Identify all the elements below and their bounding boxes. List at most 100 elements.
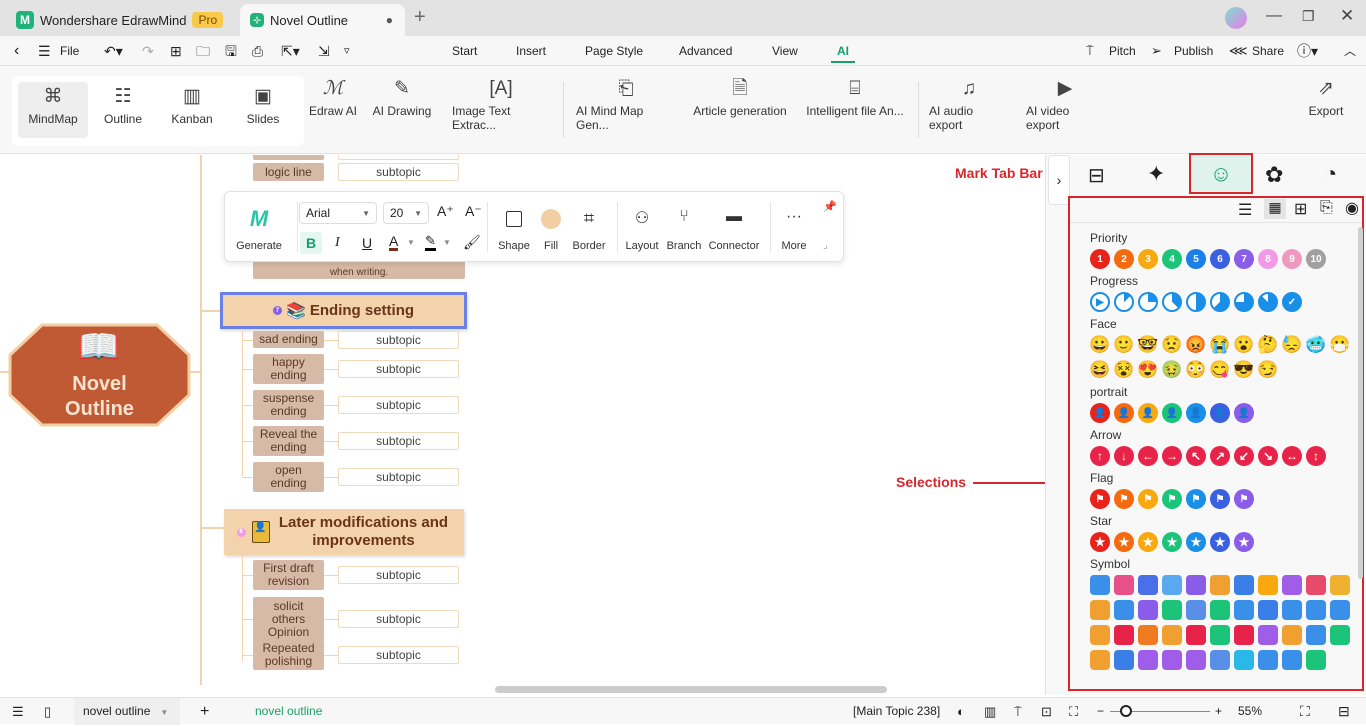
zoom-slider-handle[interactable]: [1120, 705, 1132, 717]
arrow-icon[interactable]: ↓: [1114, 446, 1134, 466]
portrait-icon[interactable]: 👤: [1234, 403, 1254, 423]
tab-ai[interactable]: AI: [831, 36, 855, 66]
symbol-icon[interactable]: [1210, 625, 1230, 645]
symbol-icon[interactable]: [1090, 600, 1110, 620]
priority-4-icon[interactable]: 4: [1162, 249, 1182, 269]
view-slides[interactable]: ▣ Slides: [243, 82, 283, 126]
subtopic-placeholder[interactable]: subtopic: [338, 396, 459, 414]
face-icon[interactable]: 🙂: [1113, 335, 1134, 355]
outline-toggle-icon[interactable]: ☰: [12, 698, 24, 725]
face-icon[interactable]: 😓: [1281, 335, 1302, 355]
priority-3-icon[interactable]: 3: [1138, 249, 1158, 269]
symbol-icon[interactable]: [1138, 625, 1158, 645]
symbol-icon[interactable]: [1210, 600, 1230, 620]
star-icon[interactable]: ★: [1090, 532, 1110, 552]
progress-50-icon[interactable]: [1186, 292, 1206, 312]
generate-button[interactable]: M Generate: [234, 208, 284, 253]
format-tab-icon[interactable]: ⊟: [1088, 163, 1105, 188]
subtopic-node[interactable]: [253, 155, 324, 160]
subtopic-placeholder[interactable]: subtopic: [338, 468, 459, 486]
underline-button[interactable]: U: [362, 235, 372, 251]
central-topic[interactable]: Novel Outline: [8, 372, 191, 422]
fit-page-icon[interactable]: ⊡: [1041, 698, 1052, 725]
close-icon[interactable]: ✕: [1340, 6, 1354, 26]
view-mindmap[interactable]: ⌘ MindMap: [18, 82, 88, 138]
restore-icon[interactable]: ❐: [1302, 8, 1315, 25]
face-icon[interactable]: 🤢: [1161, 360, 1182, 380]
new-tab-button[interactable]: +: [414, 6, 426, 29]
symbol-icon[interactable]: [1162, 575, 1182, 595]
ai-sparkle-tab-icon[interactable]: ✦: [1147, 161, 1165, 187]
publish-button[interactable]: Publish: [1174, 36, 1213, 66]
chevron-down-icon[interactable]: ▼: [407, 238, 415, 247]
priority-8-icon[interactable]: 8: [1258, 249, 1278, 269]
symbol-icon[interactable]: [1186, 625, 1206, 645]
face-icon[interactable]: 😆: [1089, 360, 1110, 380]
save-icon[interactable]: 🖫: [225, 36, 237, 66]
add-page-button[interactable]: +: [200, 698, 209, 725]
pitch-button[interactable]: Pitch: [1109, 36, 1136, 66]
face-icon[interactable]: 😋: [1209, 360, 1230, 380]
subtopic-node[interactable]: happy ending: [253, 354, 324, 384]
priority-5-icon[interactable]: 5: [1186, 249, 1206, 269]
font-size-select[interactable]: 20 ▼: [383, 202, 429, 224]
symbol-icon[interactable]: [1114, 575, 1134, 595]
resize-icon[interactable]: ⌟: [823, 240, 828, 251]
subtopic-placeholder[interactable]: subtopic: [338, 163, 459, 181]
symbol-icon[interactable]: [1258, 575, 1278, 595]
symbol-icon[interactable]: [1330, 625, 1350, 645]
tab-advanced[interactable]: Advanced: [679, 36, 732, 66]
subtopic-node[interactable]: sad ending: [253, 331, 324, 348]
subtopic-node[interactable]: Repeated polishing: [253, 640, 324, 670]
symbol-icon[interactable]: [1282, 575, 1302, 595]
symbol-icon[interactable]: [1186, 650, 1206, 670]
face-icon[interactable]: 😀: [1089, 335, 1110, 355]
symbol-icon[interactable]: [1306, 625, 1326, 645]
portrait-icon[interactable]: 👤: [1138, 403, 1158, 423]
grid-view-icon[interactable]: ▦: [1264, 199, 1286, 219]
progress-37.5-icon[interactable]: [1162, 292, 1182, 312]
symbol-icon[interactable]: [1186, 600, 1206, 620]
symbol-icon[interactable]: [1138, 600, 1158, 620]
format-painter-icon[interactable]: 🖌: [463, 234, 481, 251]
symbol-icon[interactable]: [1306, 600, 1326, 620]
layout-button[interactable]: ⚇ Layout: [623, 208, 661, 252]
app-tab[interactable]: M Wondershare EdrawMind Pro: [6, 4, 233, 36]
fit-screen-icon[interactable]: ⛶: [1069, 698, 1078, 725]
collapse-panel-icon[interactable]: ⊟: [1338, 698, 1350, 725]
tab-view[interactable]: View: [772, 36, 798, 66]
symbol-icon[interactable]: [1138, 575, 1158, 595]
page-select[interactable]: novel outline ▼: [74, 698, 180, 725]
font-color-button[interactable]: A: [389, 234, 399, 251]
progress-87.5-icon[interactable]: [1258, 292, 1278, 312]
priority-9-icon[interactable]: 9: [1282, 249, 1302, 269]
symbol-icon[interactable]: [1186, 575, 1206, 595]
symbol-icon[interactable]: [1234, 600, 1254, 620]
arrow-icon[interactable]: ↗: [1210, 446, 1230, 466]
visibility-icon[interactable]: ◉: [1345, 198, 1359, 218]
article-generation-button[interactable]: 🗎 Article generation: [693, 74, 787, 118]
portrait-icon[interactable]: 👤: [1210, 403, 1230, 423]
pin-icon[interactable]: 📌: [823, 200, 837, 213]
progress-25-icon[interactable]: [1138, 292, 1158, 312]
priority-2-icon[interactable]: 2: [1114, 249, 1134, 269]
symbol-icon[interactable]: [1210, 650, 1230, 670]
branch-button[interactable]: ⑂ Branch: [665, 208, 703, 252]
flag-icon[interactable]: ⚑: [1186, 489, 1206, 509]
symbol-icon[interactable]: [1330, 575, 1350, 595]
priority-10-icon[interactable]: 10: [1306, 249, 1326, 269]
flag-icon[interactable]: ⚑: [1234, 489, 1254, 509]
view-kanban[interactable]: ▥ Kanban: [170, 82, 214, 126]
flag-icon[interactable]: ⚑: [1114, 489, 1134, 509]
face-icon[interactable]: 😟: [1161, 335, 1182, 355]
face-icon[interactable]: 😭: [1209, 335, 1230, 355]
symbol-icon[interactable]: [1234, 650, 1254, 670]
subtopic-placeholder[interactable]: subtopic: [338, 330, 459, 349]
subtopic-node[interactable]: Reveal the ending: [253, 426, 324, 456]
tab-page-style[interactable]: Page Style: [585, 36, 643, 66]
face-icon[interactable]: 😵: [1113, 360, 1134, 380]
panel-scrollbar[interactable]: [1358, 227, 1363, 579]
user-avatar[interactable]: [1225, 7, 1247, 29]
view-outline[interactable]: ☷ Outline: [102, 82, 144, 126]
subtopic-node[interactable]: solicit others Opinion: [253, 597, 324, 641]
